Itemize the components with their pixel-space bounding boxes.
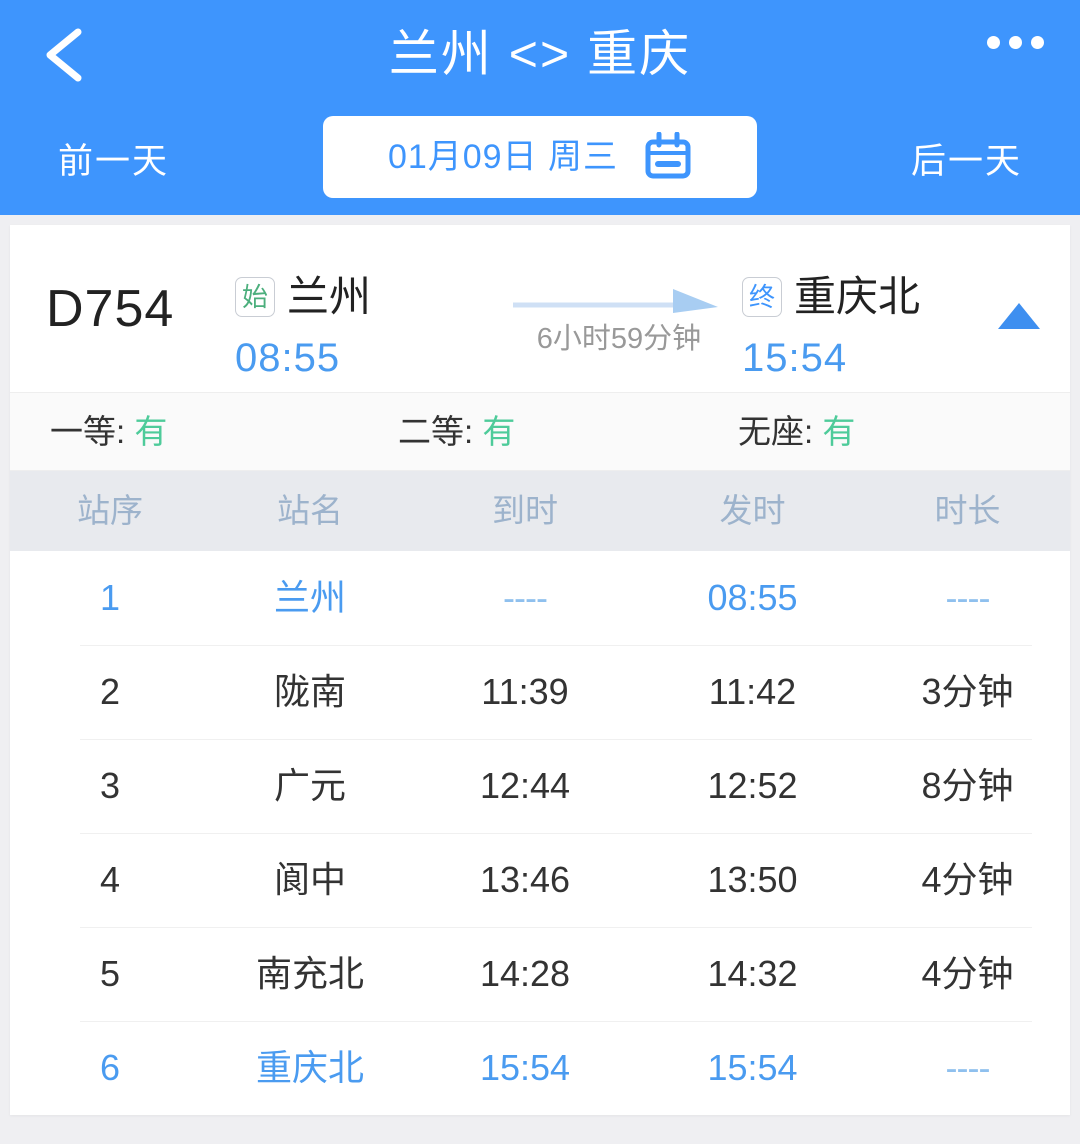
train-detail-card: D754 始 兰州 08:55 6小时59分钟 终 重庆北 15:54 一等: …	[10, 225, 1070, 1115]
departure-endpoint: 始 兰州 08:55	[235, 271, 371, 383]
column-header-station: 站名	[277, 492, 343, 529]
seat-class-standing-value: 有	[822, 413, 856, 450]
table-row[interactable]: 5 南充北 14:28 14:32 4分钟	[10, 927, 1070, 1021]
column-header-duration: 时长	[934, 492, 1001, 529]
cell-station: 兰州	[273, 577, 346, 618]
table-row[interactable]: 2 陇南 11:39 11:42 3分钟	[10, 645, 1070, 739]
seat-availability-row: 一等: 有 二等: 有 无座: 有	[10, 393, 1070, 471]
cell-arrival: 15:54	[479, 1047, 571, 1088]
journey-duration: 6小时59分钟	[536, 323, 702, 355]
seat-class-first-value: 有	[134, 413, 168, 450]
cell-duration: 3分钟	[921, 671, 1014, 712]
column-header-arrival: 到时	[492, 492, 558, 529]
cell-duration: ----	[945, 1047, 991, 1088]
cell-depart: 14:32	[707, 953, 798, 994]
page-title: 兰州 <> 重庆	[388, 26, 692, 82]
cell-seq: 2	[99, 671, 121, 712]
cell-depart: 11:42	[708, 671, 797, 712]
cell-seq: 5	[99, 953, 121, 994]
start-badge: 始	[235, 277, 275, 317]
cell-seq: 1	[99, 577, 121, 618]
stops-table-body: 1 兰州 ---- 08:55 ---- 2 陇南 11:39 11:42 3分…	[10, 551, 1070, 1115]
previous-day-button[interactable]: 前一天	[58, 138, 169, 186]
column-header-depart: 发时	[719, 492, 786, 529]
cell-station: 广元	[273, 765, 346, 806]
seat-class-standing: 无座: 有	[738, 409, 855, 455]
cell-station: 南充北	[255, 953, 364, 994]
cell-duration: 4分钟	[921, 953, 1014, 994]
more-dot-3	[1031, 36, 1044, 49]
more-options-button[interactable]	[987, 36, 1044, 49]
cell-seq: 6	[99, 1047, 121, 1088]
cell-arrival: ----	[503, 577, 548, 618]
arrival-endpoint: 终 重庆北 15:54	[742, 271, 920, 383]
cell-duration: 8分钟	[921, 765, 1014, 806]
calendar-icon	[645, 132, 691, 179]
cell-arrival: 14:28	[479, 953, 571, 994]
cell-depart: 08:55	[707, 577, 798, 618]
more-dot-1	[987, 36, 1000, 49]
arrival-time: 15:54	[742, 336, 848, 380]
stops-table-header: 站序 站名 到时 发时 时长	[10, 471, 1070, 551]
departure-station: 兰州	[287, 273, 372, 320]
date-picker-button[interactable]: 01月09日 周三	[323, 116, 757, 198]
end-badge: 终	[742, 277, 782, 317]
cell-depart: 13:50	[707, 859, 798, 900]
cell-seq: 4	[99, 859, 121, 900]
column-header-seq: 站序	[77, 492, 143, 529]
departure-time: 08:55	[235, 336, 341, 380]
seat-class-second-value: 有	[482, 413, 516, 450]
arrival-station: 重庆北	[794, 273, 921, 320]
train-summary: D754 始 兰州 08:55 6小时59分钟 终 重庆北 15:54	[10, 225, 1070, 393]
cell-depart: 15:54	[707, 1047, 798, 1088]
table-row[interactable]: 6 重庆北 15:54 15:54 ----	[10, 1021, 1070, 1115]
collapse-toggle-button[interactable]	[996, 299, 1042, 333]
cell-station: 阆中	[273, 859, 346, 900]
seat-class-standing-label: 无座:	[738, 413, 814, 450]
triangle-up-icon	[998, 303, 1040, 329]
seat-class-second: 二等: 有	[398, 409, 515, 455]
cell-duration: 4分钟	[921, 859, 1014, 900]
cell-arrival: 13:46	[479, 859, 571, 900]
selected-date-label: 01月09日 周三	[387, 138, 619, 176]
cell-arrival: 12:44	[479, 765, 571, 806]
cell-seq: 3	[99, 765, 121, 806]
app-header: 兰州 <> 重庆 前一天 01月09日 周三 后一天	[0, 0, 1080, 215]
seat-class-first-label: 一等:	[50, 413, 126, 450]
journey-arrow-group: 6小时59分钟	[513, 283, 725, 359]
train-number: D754	[46, 280, 175, 338]
nav-row: 兰州 <> 重庆	[0, 0, 1080, 112]
seat-class-first: 一等: 有	[50, 409, 167, 455]
table-row[interactable]: 3 广元 12:44 12:52 8分钟	[10, 739, 1070, 833]
arrow-right-icon	[513, 289, 718, 313]
more-dot-2	[1009, 36, 1022, 49]
seat-class-second-label: 二等:	[398, 413, 474, 450]
table-row[interactable]: 4 阆中 13:46 13:50 4分钟	[10, 833, 1070, 927]
cell-arrival: 11:39	[481, 671, 569, 712]
cell-station: 陇南	[273, 671, 346, 712]
table-row[interactable]: 1 兰州 ---- 08:55 ----	[10, 551, 1070, 645]
cell-depart: 12:52	[707, 765, 798, 806]
cell-duration: ----	[945, 577, 991, 618]
date-selector-row: 前一天 01月09日 周三 后一天	[0, 112, 1080, 215]
next-day-button[interactable]: 后一天	[911, 138, 1022, 186]
cell-station: 重庆北	[255, 1047, 364, 1088]
